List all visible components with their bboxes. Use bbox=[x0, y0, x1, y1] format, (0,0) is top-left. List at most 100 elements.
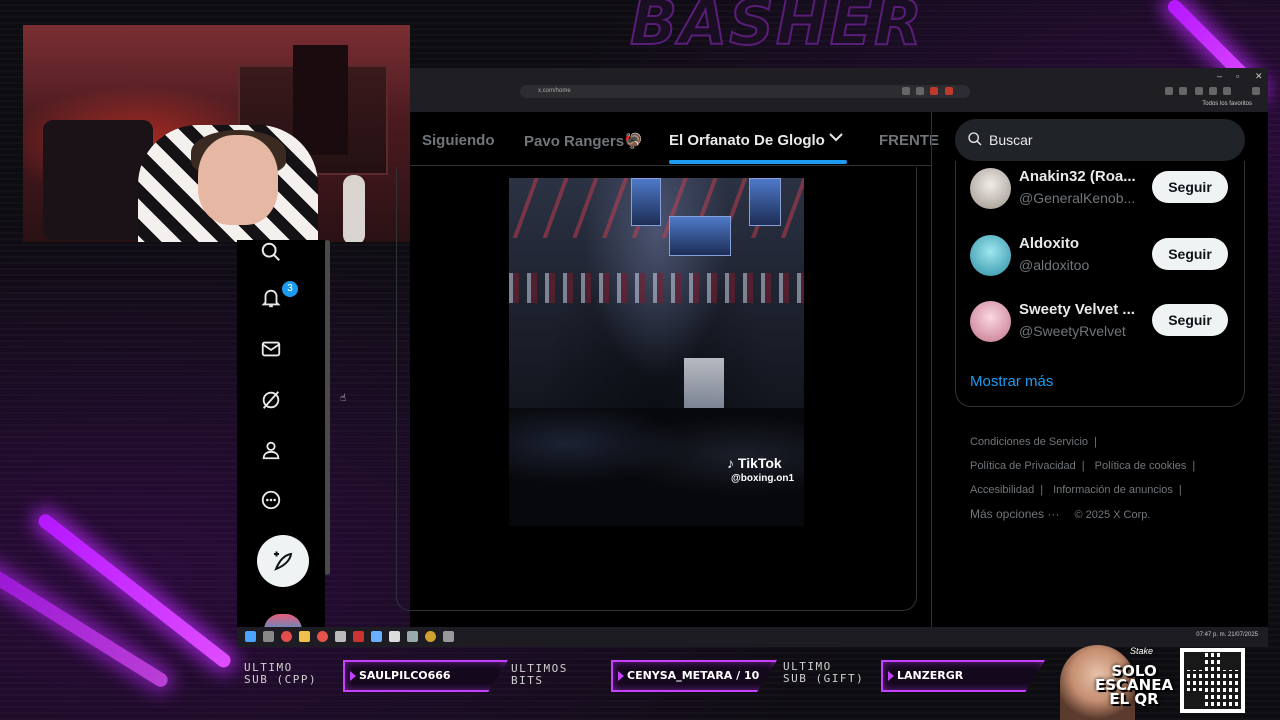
copyright: © 2025 X Corp. bbox=[1074, 509, 1151, 521]
extension-icon[interactable] bbox=[930, 87, 938, 95]
extension-icon[interactable] bbox=[916, 87, 924, 95]
extension-icon[interactable] bbox=[1223, 87, 1231, 95]
suggestion-handle: @SweetyRvelvet bbox=[1019, 323, 1126, 339]
app-icon[interactable] bbox=[389, 631, 400, 642]
sidebar-scrollbar[interactable] bbox=[325, 240, 330, 575]
search-input[interactable]: Buscar bbox=[955, 119, 1245, 161]
follow-button[interactable]: Seguir bbox=[1152, 238, 1228, 270]
extension-icon[interactable] bbox=[1209, 87, 1217, 95]
close-window-button[interactable]: ✕ bbox=[1255, 71, 1263, 82]
cookies-link[interactable]: Política de cookies bbox=[1095, 460, 1187, 472]
suggestion-name[interactable]: Aldoxito bbox=[1019, 235, 1144, 252]
tiktok-handle: @boxing.on1 bbox=[731, 473, 795, 484]
extension-icon[interactable] bbox=[1195, 87, 1203, 95]
follow-suggestion[interactable]: Anakin32 (Roa... @GeneralKenob... Seguir bbox=[970, 168, 1240, 212]
footer-separator: | bbox=[1081, 460, 1085, 472]
notifications-bell-icon[interactable] bbox=[257, 284, 285, 312]
search-placeholder: Buscar bbox=[989, 132, 1033, 148]
neon-stripe-left bbox=[35, 511, 234, 671]
avatar[interactable] bbox=[970, 235, 1011, 276]
last-bits-tag: CENYSA_METARA / 10 bbox=[611, 660, 777, 692]
follow-suggestion[interactable]: Sweety Velvet ... @SweetyRvelvet Seguir bbox=[970, 301, 1240, 345]
privacy-link[interactable]: Política de Privacidad bbox=[970, 460, 1076, 472]
qr-pattern bbox=[1184, 652, 1241, 709]
qr-code bbox=[1180, 648, 1245, 713]
last-sub-label: ULTIMO SUB (CPP) bbox=[244, 661, 318, 686]
tab-frente[interactable]: FRENTE bbox=[879, 132, 939, 149]
profile-icon[interactable] bbox=[257, 436, 285, 464]
more-options-link[interactable]: Más opciones ··· bbox=[970, 507, 1059, 521]
grok-icon[interactable] bbox=[257, 386, 285, 414]
avatar[interactable] bbox=[970, 301, 1011, 342]
last-gift-tag: LANZERGR bbox=[881, 660, 1045, 692]
follow-suggestion[interactable]: Aldoxito @aldoxitoo Seguir bbox=[970, 235, 1240, 279]
footer-separator: | bbox=[1094, 436, 1097, 448]
tiktok-brand: TikTok bbox=[737, 455, 782, 471]
windows-start-icon[interactable] bbox=[245, 631, 256, 642]
last-bits-label: ULTIMOS BITS bbox=[511, 662, 568, 687]
extension-icon[interactable] bbox=[902, 87, 910, 95]
arena-screen bbox=[669, 216, 731, 256]
search-icon[interactable] bbox=[263, 631, 274, 642]
active-tab-indicator bbox=[669, 160, 847, 164]
promo-scan-qr-text: SOLO ESCANEA EL QR bbox=[1095, 662, 1174, 708]
tab-pavo-rangers[interactable]: Pavo Rangers🦃 bbox=[524, 132, 643, 150]
app-icon[interactable] bbox=[425, 631, 436, 642]
arena-screen bbox=[749, 178, 781, 226]
extension-icon[interactable] bbox=[1179, 87, 1187, 95]
webcam-feed bbox=[23, 25, 410, 242]
app-icon[interactable] bbox=[335, 631, 346, 642]
app-icon[interactable] bbox=[353, 631, 364, 642]
suggestion-handle: @aldoxitoo bbox=[1019, 257, 1090, 273]
extension-icon[interactable] bbox=[945, 87, 953, 95]
system-clock[interactable]: 07:47 p. m. 21/07/2025 bbox=[1196, 632, 1258, 638]
minimize-button[interactable]: – bbox=[1217, 71, 1222, 81]
stream-scene: BASHER – ▫ ✕ x.com/home Todos los favori… bbox=[0, 0, 1280, 720]
accessibility-link[interactable]: Accesibilidad bbox=[970, 484, 1034, 496]
compose-post-button[interactable] bbox=[257, 535, 309, 587]
tiktok-watermark: ♪ TikTok @boxing.on1 bbox=[727, 455, 794, 484]
tab-el-orfanato[interactable]: El Orfanato De Gloglo bbox=[669, 132, 825, 149]
last-sub-tag: SAULPILCO666 bbox=[343, 660, 508, 692]
terms-link[interactable]: Condiciones de Servicio bbox=[970, 436, 1088, 448]
footer-links: Condiciones de Servicio | Política de Pri… bbox=[970, 430, 1240, 527]
mouse-cursor-icon: ☝ bbox=[340, 393, 347, 404]
maximize-button[interactable]: ▫ bbox=[1236, 71, 1239, 81]
brand-watermark: BASHER bbox=[629, 0, 924, 60]
favorites-bar[interactable]: Todos los favoritos bbox=[1202, 101, 1252, 107]
app-icon[interactable] bbox=[299, 631, 310, 642]
footer-separator: | bbox=[1178, 484, 1182, 496]
app-icon[interactable] bbox=[443, 631, 454, 642]
suggestion-name[interactable]: Anakin32 (Roa... bbox=[1019, 168, 1144, 185]
timeline-tabs: Siguiendo Pavo Rangers🦃 El Orfanato De G… bbox=[410, 112, 939, 166]
windows-taskbar: 07:47 p. m. 21/07/2025 bbox=[237, 627, 1268, 647]
suggestion-handle: @GeneralKenob... bbox=[1019, 190, 1136, 206]
background-door bbox=[293, 45, 348, 155]
follow-button[interactable]: Seguir bbox=[1152, 304, 1228, 336]
more-options-icon[interactable] bbox=[257, 486, 285, 514]
follow-button[interactable]: Seguir bbox=[1152, 171, 1228, 203]
chevron-down-icon[interactable] bbox=[828, 129, 844, 149]
app-icon[interactable] bbox=[407, 631, 418, 642]
notification-count-badge: 3 bbox=[282, 281, 298, 297]
avatar[interactable] bbox=[970, 168, 1011, 209]
messages-envelope-icon[interactable] bbox=[257, 335, 285, 363]
app-icon[interactable] bbox=[371, 631, 382, 642]
app-icon[interactable] bbox=[317, 631, 328, 642]
search-icon[interactable] bbox=[257, 238, 285, 266]
arena-screen bbox=[631, 178, 661, 226]
ads-info-link[interactable]: Información de anuncios bbox=[1053, 484, 1173, 496]
last-gift-label: ULTIMO SUB (GIFT) bbox=[783, 660, 865, 685]
tab-siguiendo[interactable]: Siguiendo bbox=[422, 132, 495, 149]
menu-icon[interactable] bbox=[1252, 87, 1260, 95]
streamer-head bbox=[198, 135, 278, 225]
show-more-link[interactable]: Mostrar más bbox=[970, 373, 1053, 390]
search-icon bbox=[968, 132, 982, 146]
suggestion-name[interactable]: Sweety Velvet ... bbox=[1019, 301, 1144, 318]
neon-stripe-left-2 bbox=[0, 561, 171, 690]
extension-icon[interactable] bbox=[1165, 87, 1173, 95]
app-icon[interactable] bbox=[281, 631, 292, 642]
background-chair bbox=[43, 120, 153, 240]
feather-plus-icon bbox=[274, 551, 293, 571]
browser-toolbar: – ▫ ✕ x.com/home Todos los favoritos bbox=[410, 68, 1268, 112]
